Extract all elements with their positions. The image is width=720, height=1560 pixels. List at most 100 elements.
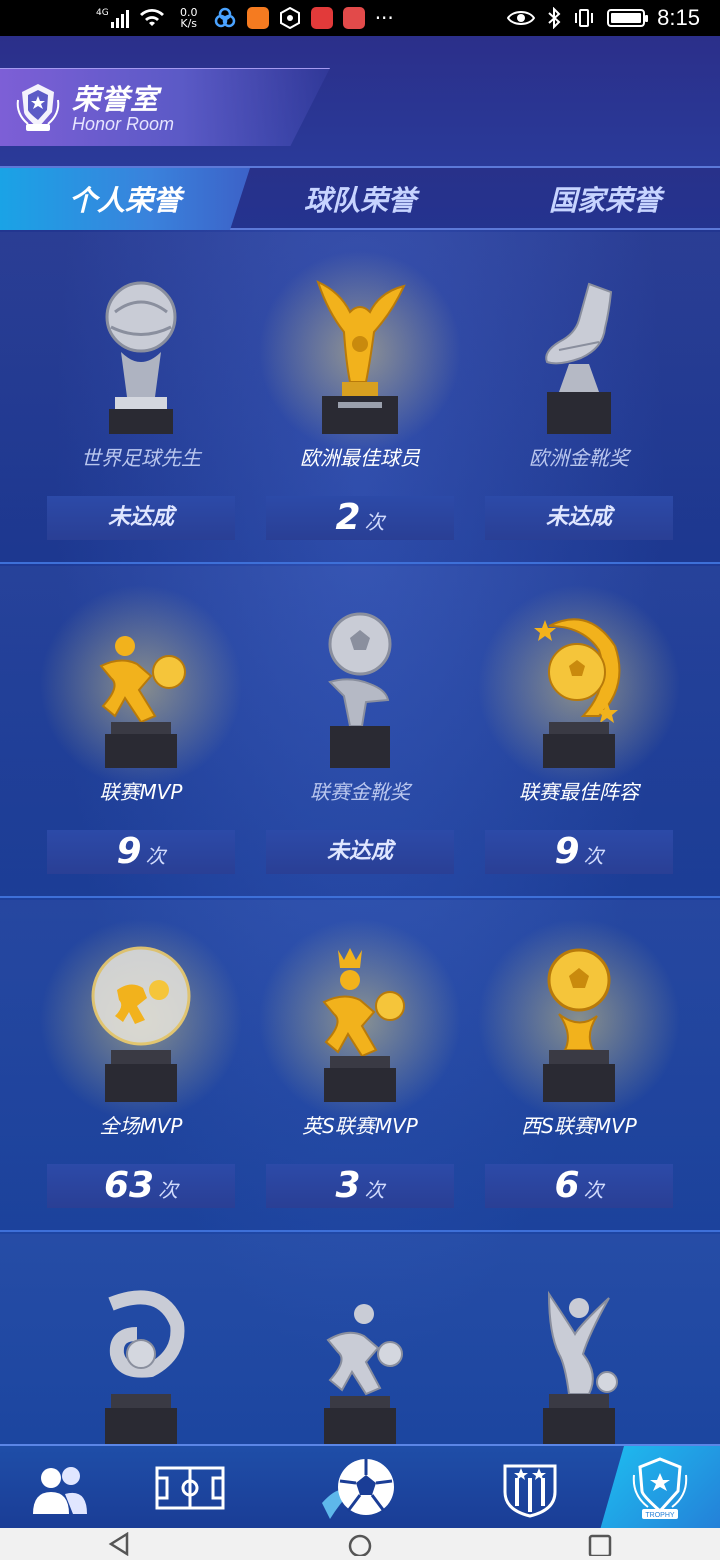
award-card-europe-golden-boot[interactable]: 欧洲金靴奖 未达成 [470,232,688,562]
eng-s-league-mvp-trophy-icon [322,948,405,1102]
awards-row: 联赛MVP 9 次 联赛金靴奖 未达成 联赛最佳阵容 9 次 [0,566,720,898]
battery-icon [607,9,649,27]
count-number: 63 [103,1165,155,1206]
vibrate-icon [575,9,594,27]
silver-figure-trophy-icon [543,1290,618,1446]
signal-icon: 4G [96,8,129,28]
count-unit: 次 [364,1178,385,1202]
system-nav-bar [0,1528,720,1560]
not-achieved-label: 未达成 [107,505,174,530]
award-card-match-mvp[interactable]: 全场MVP 63 次 [31,900,251,1230]
award-name: 欧洲最佳球员 [300,446,420,470]
cloud-app-icon [214,7,235,28]
honor-tabs: 个人荣誉 球队荣誉 国家荣誉 [0,166,720,230]
award-name: 联赛最佳阵容 [519,780,639,804]
award-name: 西S联赛MVP [521,1114,637,1138]
count-unit: 次 [583,1178,604,1202]
award-card-world-player[interactable]: 世界足球先生 未达成 [32,232,250,562]
award-name: 全场MVP [99,1114,183,1138]
award-count: 未达成 [47,496,235,540]
award-count: 未达成 [485,496,673,540]
wifi-icon [139,9,164,26]
award-count: 9 次 [485,830,673,874]
award-card-eng-s-league-mvp[interactable]: 英S联赛MVP 3 次 [250,900,470,1230]
nav-players[interactable] [0,1446,120,1528]
tab-personal-honors[interactable]: 个人荣誉 [0,168,250,230]
silver-swirl-trophy-icon [105,1290,185,1446]
back-icon[interactable] [105,1532,135,1556]
home-icon[interactable] [345,1532,375,1556]
hexagon-app-icon [279,7,300,29]
count-number: 6 [554,1165,580,1206]
world-player-trophy-icon [105,281,177,434]
network-type: 4G [96,8,109,18]
award-card-league-mvp[interactable]: 联赛MVP 9 次 [31,566,251,896]
award-count: 9 次 [47,830,235,874]
nav-honor-room[interactable]: TROPHY [600,1446,720,1528]
awards-row: 世界足球先生 未达成 欧洲最佳球员 2 次 欧洲金靴奖 未达成 [0,232,720,564]
award-name: 英S联赛MVP [302,1114,418,1138]
league-best-xi-trophy-icon [534,618,621,768]
count-unit: 次 [145,844,166,868]
trophy-badge-label: TROPHY [645,1512,675,1519]
nav-match[interactable] [300,1446,420,1528]
video-app-icon [246,7,269,29]
award-count: 2 次 [266,496,454,540]
clock: 8:15 [657,5,700,30]
award-card-esp-s-league-mvp[interactable]: 西S联赛MVP 6 次 [469,900,689,1230]
bluetooth-icon [548,7,561,29]
count-unit: 次 [158,1178,179,1202]
league-mvp-trophy-icon [99,636,186,768]
header: 荣誉室 Honor Room [0,36,720,166]
net-speed: 0.0 K/s [179,6,198,30]
nav-club[interactable] [470,1446,590,1528]
soccer-ball-icon [322,1459,394,1519]
esp-s-league-mvp-trophy-icon [543,948,615,1102]
count-number: 9 [116,831,142,872]
players-icon [33,1467,87,1514]
bottom-nav: TROPHY [0,1444,720,1528]
awards-row: 全场MVP 63 次 英S联赛MVP 3 次 西S联赛MVP 6 次 [0,900,720,1232]
eye-icon [507,11,536,25]
awards-grid: 世界足球先生 未达成 欧洲最佳球员 2 次 欧洲金靴奖 未达成 联赛MVP 9 … [0,232,720,1446]
award-name: 世界足球先生 [81,446,201,470]
count-unit: 次 [364,510,385,534]
not-achieved-label: 未达成 [326,839,393,864]
status-bar: 4G 0.0 K/s ··· 8:15 [0,0,720,36]
page-subtitle: Honor Room [72,114,175,134]
silver-player-trophy-icon [324,1304,403,1446]
trophy-emblem-icon [16,84,60,131]
award-name: 联赛金靴奖 [310,780,410,804]
count-number: 9 [554,831,580,872]
not-achieved-label: 未达成 [545,505,612,530]
count-unit: 次 [583,844,604,868]
book-app-icon [342,7,365,29]
club-crest-icon [503,1464,557,1518]
award-count: 63 次 [47,1164,235,1208]
league-golden-boot-trophy-icon [328,612,392,768]
award-card-europe-player[interactable]: 欧洲最佳球员 2 次 [250,232,470,562]
count-number: 2 [335,497,361,538]
award-name: 欧洲金靴奖 [529,446,629,470]
award-card-league-golden-boot[interactable]: 联赛金靴奖 未达成 [251,566,469,896]
match-mvp-trophy-icon [91,946,191,1102]
tab-team-honors[interactable]: 球队荣誉 [250,168,470,230]
golden-boot-trophy-icon [545,282,613,434]
europe-player-trophy-icon [316,280,406,434]
pitch-icon [155,1466,225,1510]
count-number: 3 [335,1165,361,1206]
awards-row [0,1234,720,1446]
award-card-league-best-xi[interactable]: 联赛最佳阵容 9 次 [469,566,689,896]
award-count: 3 次 [266,1164,454,1208]
award-count: 6 次 [485,1164,673,1208]
recents-icon[interactable] [585,1532,615,1556]
nav-pitch[interactable] [130,1446,250,1528]
honor-room-screen: 荣誉室 Honor Room 个人荣誉 球队荣誉 国家荣誉 世界足球先生 未达成 [0,36,720,1528]
red-app-icon [310,7,333,29]
more-notifications: ··· [374,6,394,30]
trophy-badge-icon: TROPHY [632,1457,688,1519]
tab-national-honors[interactable]: 国家荣誉 [490,168,720,230]
award-name: 联赛MVP [99,780,183,804]
award-count: 未达成 [266,830,454,874]
page-title: 荣誉室 [72,83,160,116]
